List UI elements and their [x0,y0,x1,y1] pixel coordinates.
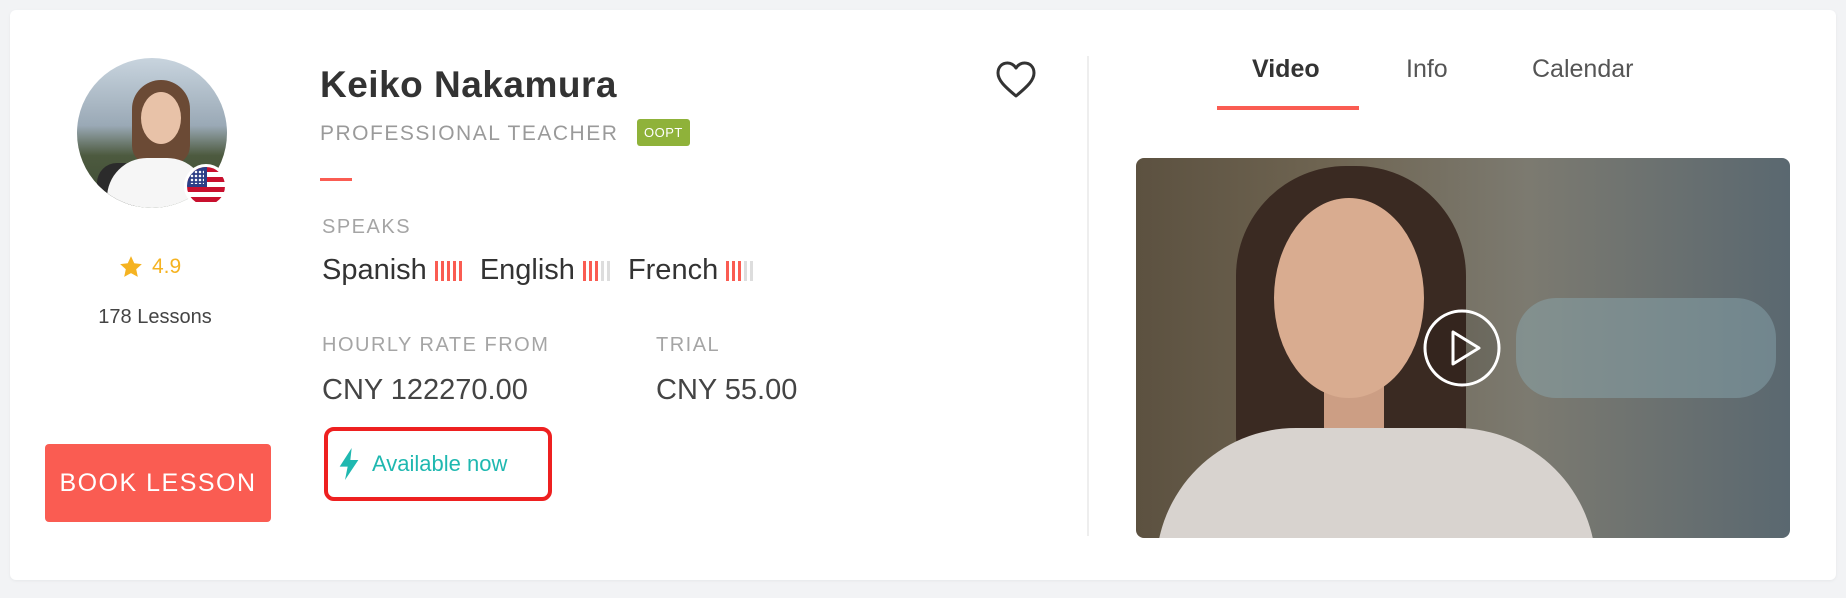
proficiency-bar [446,260,450,281]
tab-info[interactable]: Info [1406,55,1448,84]
proficiency-bar [458,260,462,281]
hourly-rate-value: CNY 122270.00 [322,374,528,406]
column-divider [1087,56,1089,536]
language-spanish: Spanish [322,254,462,287]
proficiency-bar [744,260,748,281]
proficiency-bar [440,260,444,281]
language-name: English [479,254,575,286]
intro-video[interactable] [1136,158,1790,538]
proficiency-bar [582,260,586,281]
proficiency-bar [732,260,736,281]
proficiency-bar [452,260,456,281]
available-text: Available now [372,451,508,476]
play-icon[interactable] [1422,308,1502,388]
active-tab-indicator [1217,106,1359,110]
proficiency-bar [588,260,592,281]
speaks-label: SPEAKS [322,216,412,238]
lesson-count: 178 Lessons [98,306,212,328]
trial-label: TRIAL [656,334,721,356]
proficiency-bars [726,260,754,281]
proficiency-bars [582,260,610,281]
lightning-icon [339,448,359,480]
proficiency-bar [750,260,754,281]
star-icon [120,256,142,277]
accent-divider [320,178,352,181]
teacher-name[interactable]: Keiko Nakamura [320,64,617,106]
tab-video[interactable]: Video [1252,55,1320,84]
language-name: French [627,254,719,286]
language-name: Spanish [322,254,427,286]
proficiency-bar [738,260,742,281]
available-now-indicator: Available now [324,427,552,501]
book-lesson-button[interactable]: BOOK LESSON [45,444,271,522]
proficiency-bar [600,260,604,281]
us-flag-icon [184,164,228,208]
proficiency-bars [434,260,462,281]
tab-calendar[interactable]: Calendar [1532,55,1633,84]
rating: 4.9 [118,254,181,280]
trial-value: CNY 55.00 [656,374,798,406]
teacher-title: PROFESSIONAL TEACHER [320,122,619,145]
proficiency-bar [726,260,730,281]
language-english: English [480,254,610,287]
heart-icon[interactable] [994,60,1038,100]
proficiency-bar [594,260,598,281]
certificate-badge: OOPT [637,119,690,146]
proficiency-bar [606,260,610,281]
language-french: French [627,254,754,287]
languages-list: Spanish English French [322,254,771,287]
hourly-rate-label: HOURLY RATE FROM [322,334,550,356]
proficiency-bar [434,260,438,281]
rating-value: 4.9 [152,255,182,278]
